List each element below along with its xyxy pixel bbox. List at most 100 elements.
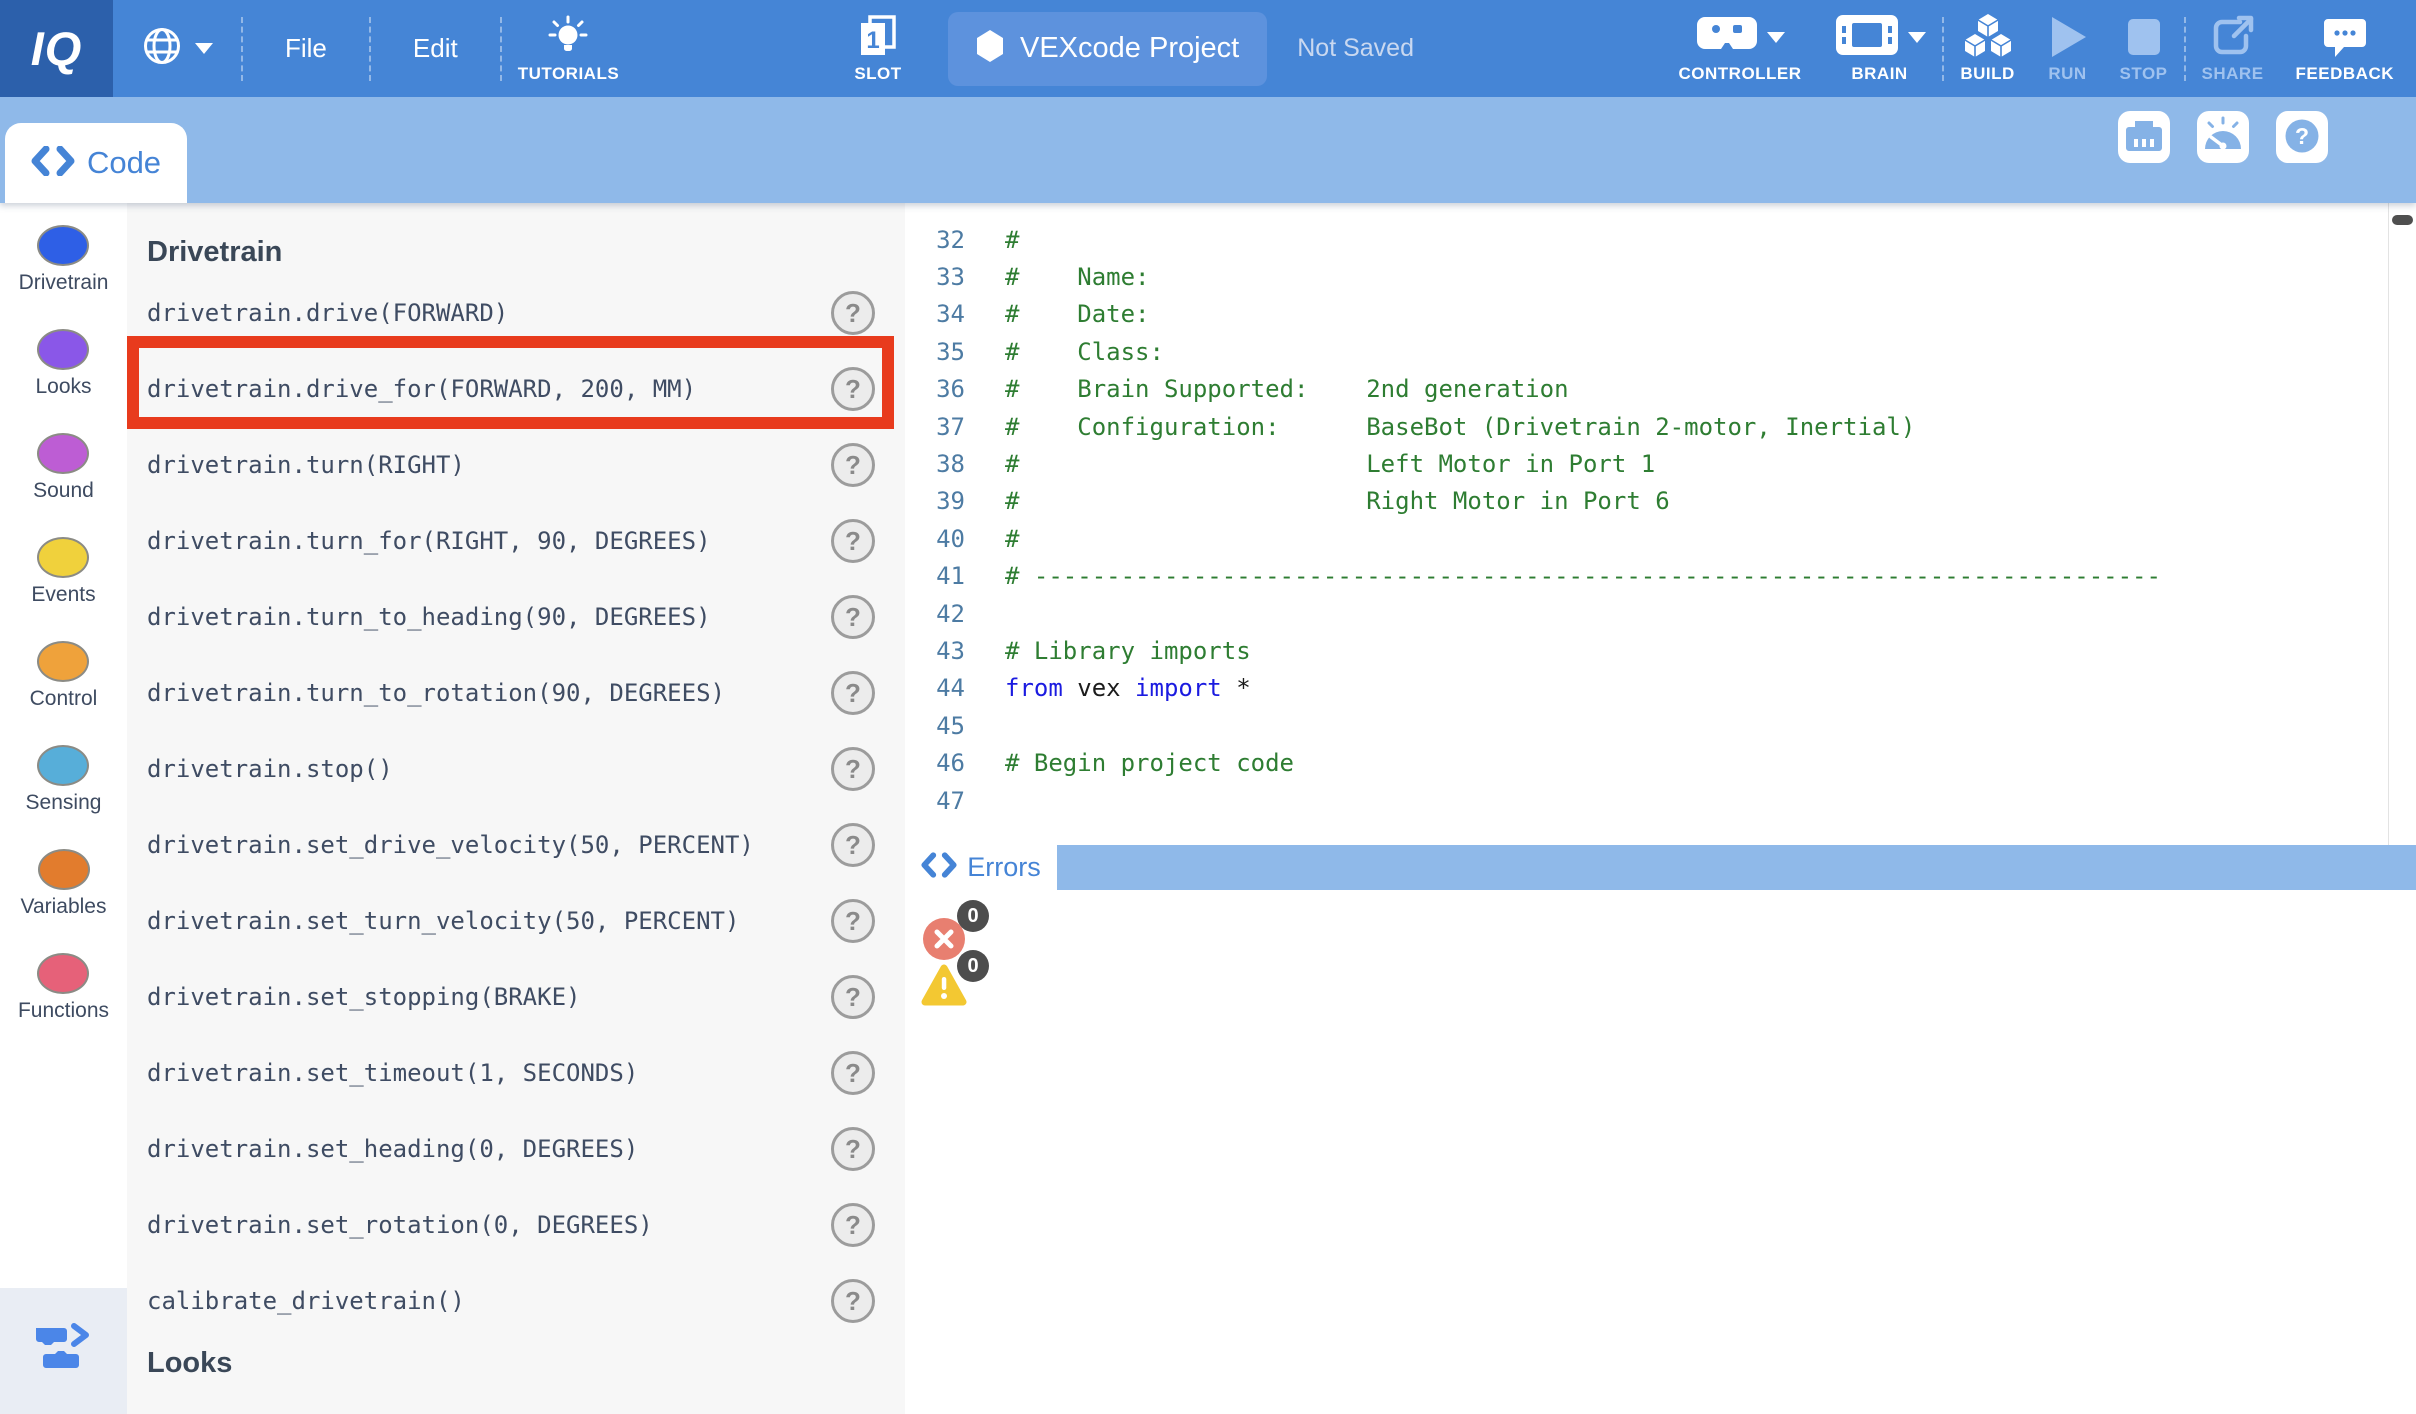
run-button[interactable]: RUN bbox=[2032, 13, 2104, 84]
palette-command-row[interactable]: drivetrain.set_drive_velocity(50, PERCEN… bbox=[127, 807, 905, 883]
palette-section-header: Drivetrain bbox=[147, 229, 905, 275]
palette-command-row[interactable]: drivetrain.turn(RIGHT) ? bbox=[127, 427, 905, 503]
code-lines: 32 # 33 # Name: 34 # Date: 35 # Class: 3… bbox=[905, 203, 2416, 819]
command-help-button[interactable]: ? bbox=[831, 1127, 875, 1171]
project-name: VEXcode Project bbox=[1020, 32, 1239, 65]
command-help-button[interactable]: ? bbox=[831, 443, 875, 487]
file-menu[interactable]: File bbox=[243, 33, 369, 64]
sidebar-item-control[interactable]: Control bbox=[30, 641, 98, 745]
code-line: 43 # Library imports bbox=[905, 632, 2416, 669]
category-label: Sensing bbox=[26, 791, 102, 815]
command-help-button[interactable]: ? bbox=[831, 367, 875, 411]
palette-command-row[interactable]: calibrate_drivetrain() ? bbox=[127, 1263, 905, 1339]
editor-scrollbar-track[interactable] bbox=[2388, 203, 2389, 845]
command-help-button[interactable]: ? bbox=[831, 975, 875, 1019]
palette-command-row[interactable]: drivetrain.set_turn_velocity(50, PERCENT… bbox=[127, 883, 905, 959]
editor-scrollbar-thumb[interactable] bbox=[2392, 215, 2413, 225]
blocks-text-toggle-button[interactable] bbox=[0, 1288, 127, 1414]
category-label: Functions bbox=[18, 999, 109, 1023]
command-help-button[interactable]: ? bbox=[831, 823, 875, 867]
menu-left-group: File Edit TUTORIALS bbox=[113, 0, 635, 97]
command-text: drivetrain.set_heading(0, DEGREES) bbox=[147, 1135, 638, 1163]
slot-number: 1 bbox=[866, 27, 879, 54]
code-line: 42 bbox=[905, 595, 2416, 632]
line-number: 39 bbox=[905, 487, 965, 515]
sidebar-item-events[interactable]: Events bbox=[31, 537, 95, 641]
category-label: Sound bbox=[33, 479, 94, 503]
sidebar-item-sound[interactable]: Sound bbox=[33, 433, 94, 537]
command-help-button[interactable]: ? bbox=[831, 747, 875, 791]
palette-command-row[interactable]: drivetrain.stop() ? bbox=[127, 731, 905, 807]
gamepad-icon bbox=[1695, 13, 1759, 62]
command-help-button[interactable]: ? bbox=[831, 519, 875, 563]
command-help-button[interactable]: ? bbox=[831, 291, 875, 335]
palette-command-row[interactable]: drivetrain.turn_to_heading(90, DEGREES) … bbox=[127, 579, 905, 655]
category-color-dot bbox=[38, 849, 90, 890]
palette-command-row[interactable]: drivetrain.set_stopping(BRAKE) ? bbox=[127, 959, 905, 1035]
language-menu-button[interactable] bbox=[113, 25, 241, 72]
chevron-down-icon bbox=[1908, 32, 1926, 43]
category-color-dot bbox=[37, 953, 89, 994]
code-editor[interactable]: 32 # 33 # Name: 34 # Date: 35 # Class: 3… bbox=[905, 203, 2416, 845]
command-text: drivetrain.drive(FORWARD) bbox=[147, 299, 508, 327]
gauge-icon bbox=[2200, 113, 2246, 162]
run-label: RUN bbox=[2048, 64, 2086, 84]
edit-menu[interactable]: Edit bbox=[371, 33, 500, 64]
command-help-button[interactable]: ? bbox=[831, 595, 875, 639]
brain-button[interactable]: BRAIN bbox=[1818, 13, 1942, 84]
category-label: Variables bbox=[21, 895, 107, 919]
palette-command-row[interactable]: drivetrain.turn_to_rotation(90, DEGREES)… bbox=[127, 655, 905, 731]
palette-command-row[interactable]: drivetrain.set_heading(0, DEGREES) ? bbox=[127, 1111, 905, 1187]
sidebar-item-functions[interactable]: Functions bbox=[18, 953, 109, 1057]
chevron-down-icon bbox=[195, 43, 213, 54]
palette-command-row[interactable]: drivetrain.set_rotation(0, DEGREES) ? bbox=[127, 1187, 905, 1263]
dashboard-button[interactable] bbox=[2197, 111, 2249, 163]
controller-button[interactable]: CONTROLLER bbox=[1663, 13, 1818, 84]
project-name-button[interactable]: VEXcode Project bbox=[948, 12, 1267, 86]
device-info-button[interactable] bbox=[2118, 111, 2170, 163]
tutorials-button[interactable]: TUTORIALS bbox=[502, 13, 635, 84]
help-button[interactable]: ? bbox=[2276, 111, 2328, 163]
line-content: # Name: bbox=[1005, 263, 1150, 291]
menu-right-group: CONTROLLER BRAIN bbox=[1663, 0, 2411, 97]
tab-code[interactable]: Code bbox=[5, 123, 187, 203]
stop-button[interactable]: STOP bbox=[2104, 13, 2184, 84]
share-button[interactable]: SHARE bbox=[2186, 13, 2280, 84]
slot-label: SLOT bbox=[854, 64, 901, 84]
command-help-button[interactable]: ? bbox=[831, 1203, 875, 1247]
palette-command-row[interactable]: drivetrain.set_timeout(1, SECONDS) ? bbox=[127, 1035, 905, 1111]
sidebar-item-drivetrain[interactable]: Drivetrain bbox=[19, 225, 109, 329]
chevron-down-icon bbox=[1767, 32, 1785, 43]
question-mark-icon: ? bbox=[2279, 113, 2325, 162]
slot-button[interactable]: 1 SLOT bbox=[838, 13, 918, 84]
feedback-bubble-icon bbox=[2322, 13, 2368, 61]
line-content: # Left Motor in Port 1 bbox=[1005, 450, 1655, 478]
command-text: drivetrain.turn_to_rotation(90, DEGREES) bbox=[147, 679, 725, 707]
feedback-button[interactable]: FEEDBACK bbox=[2280, 13, 2410, 84]
build-button[interactable]: BUILD bbox=[1944, 13, 2032, 84]
code-angle-brackets-icon bbox=[921, 852, 957, 883]
sidebar-item-sensing[interactable]: Sensing bbox=[26, 745, 102, 849]
command-help-button[interactable]: ? bbox=[831, 671, 875, 715]
code-line: 45 bbox=[905, 707, 2416, 744]
sidebar-item-variables[interactable]: Variables bbox=[21, 849, 107, 953]
palette-command-row[interactable]: drivetrain.turn_for(RIGHT, 90, DEGREES) … bbox=[127, 503, 905, 579]
code-line: 36 # Brain Supported: 2nd generation bbox=[905, 371, 2416, 408]
palette-command-row[interactable]: drivetrain.drive(FORWARD) ? bbox=[127, 275, 905, 351]
palette-command-row[interactable]: drivetrain.drive_for(FORWARD, 200, MM) ? bbox=[127, 351, 905, 427]
stop-square-icon bbox=[2126, 13, 2162, 61]
command-text: drivetrain.turn(RIGHT) bbox=[147, 451, 465, 479]
code-tab-label: Code bbox=[87, 145, 161, 181]
error-count-badge: 0 bbox=[957, 900, 989, 932]
line-content: from vex import * bbox=[1005, 674, 1251, 702]
code-line: 39 # Right Motor in Port 6 bbox=[905, 483, 2416, 520]
command-help-button[interactable]: ? bbox=[831, 899, 875, 943]
line-number: 44 bbox=[905, 674, 965, 702]
command-help-button[interactable]: ? bbox=[831, 1051, 875, 1095]
line-content: # Date: bbox=[1005, 300, 1150, 328]
tab-errors[interactable]: Errors bbox=[905, 845, 1057, 890]
sidebar-item-looks[interactable]: Looks bbox=[35, 329, 91, 433]
help-glyph: ? bbox=[2295, 123, 2309, 149]
command-help-button[interactable]: ? bbox=[831, 1279, 875, 1323]
category-color-dot bbox=[37, 433, 89, 474]
